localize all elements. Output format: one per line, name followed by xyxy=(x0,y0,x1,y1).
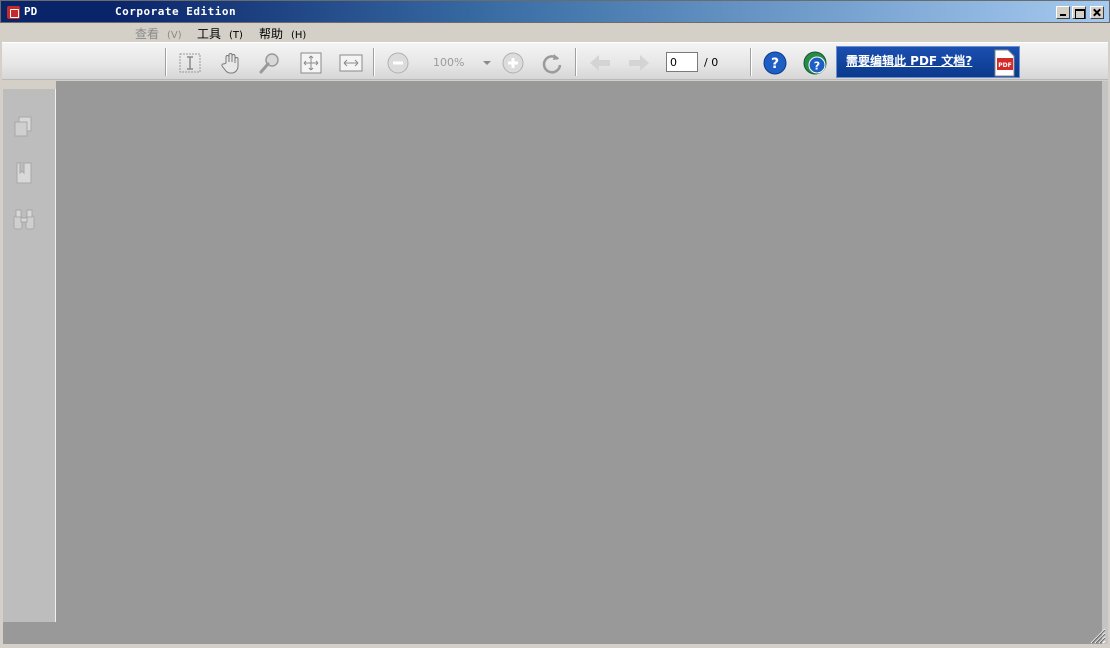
title-bar: PD Corporate Edition xyxy=(0,0,1110,23)
close-button[interactable] xyxy=(1090,6,1104,19)
maximize-button[interactable] xyxy=(1072,6,1086,19)
edit-pdf-ad-banner[interactable]: 需要编辑此 PDF 文档? PDF xyxy=(836,46,1020,78)
menu-view-label: 查看 xyxy=(135,27,160,41)
zoom-level[interactable]: 100% xyxy=(433,56,464,69)
zoom-dropdown-arrow[interactable] xyxy=(483,61,491,65)
window-title: Corporate Edition xyxy=(115,5,237,18)
menu-tools[interactable]: 工具 (T) xyxy=(197,25,243,42)
ad-banner-text[interactable]: 需要编辑此 PDF 文档? xyxy=(846,52,972,69)
sidebar-bottom-strip xyxy=(3,622,56,644)
svg-text:PDF: PDF xyxy=(998,62,1011,69)
rotate-icon[interactable] xyxy=(540,51,564,75)
toolbar-separator xyxy=(373,48,375,76)
hand-tool-icon[interactable] xyxy=(219,51,243,75)
menu-tools-key: (T) xyxy=(229,30,243,41)
zoom-in-icon[interactable] xyxy=(501,51,525,75)
svg-text:?: ? xyxy=(814,60,820,73)
document-right-border xyxy=(1102,81,1108,644)
bookmarks-icon[interactable] xyxy=(11,160,37,186)
document-view[interactable] xyxy=(56,81,1102,644)
zoom-out-icon[interactable] xyxy=(386,51,410,75)
svg-text:?: ? xyxy=(771,56,779,72)
page-number-input[interactable] xyxy=(666,52,698,72)
toolbar-separator xyxy=(575,48,577,76)
pdf-document-icon: PDF xyxy=(994,49,1015,77)
toolbar-separator xyxy=(165,48,167,76)
app-logo-icon[interactable] xyxy=(7,6,20,19)
navigation-sidebar xyxy=(3,89,56,622)
search-binoculars-icon[interactable] xyxy=(11,207,37,233)
next-page-icon[interactable] xyxy=(627,51,651,75)
menu-tools-label: 工具 xyxy=(197,27,222,41)
toolbar-separator xyxy=(750,48,752,76)
zoom-tool-icon[interactable] xyxy=(258,51,282,75)
menu-help[interactable]: 帮助 (H) xyxy=(259,25,306,42)
select-text-icon[interactable] xyxy=(178,51,202,75)
toolbar: 100% / 0 ? ? 需要编辑此 PDF 文档? PDF xyxy=(2,42,1108,80)
menu-view[interactable]: 查看 (V) xyxy=(135,25,182,42)
menu-view-key: (V) xyxy=(167,30,182,41)
menu-bar: 查看 (V) 工具 (T) 帮助 (H) xyxy=(0,23,1110,42)
page-total: / 0 xyxy=(704,56,719,69)
pages-icon[interactable] xyxy=(11,114,37,140)
fit-page-icon[interactable] xyxy=(299,51,323,75)
menu-help-key: (H) xyxy=(291,30,307,41)
menu-help-label: 帮助 xyxy=(259,27,284,41)
help-icon[interactable]: ? xyxy=(763,51,787,75)
app-short-name: PD xyxy=(24,5,38,18)
online-help-icon[interactable]: ? xyxy=(803,51,827,75)
minimize-button[interactable] xyxy=(1056,6,1070,19)
fit-width-icon[interactable] xyxy=(339,51,363,75)
prev-page-icon[interactable] xyxy=(588,51,612,75)
resize-grip-icon[interactable] xyxy=(1086,624,1106,644)
